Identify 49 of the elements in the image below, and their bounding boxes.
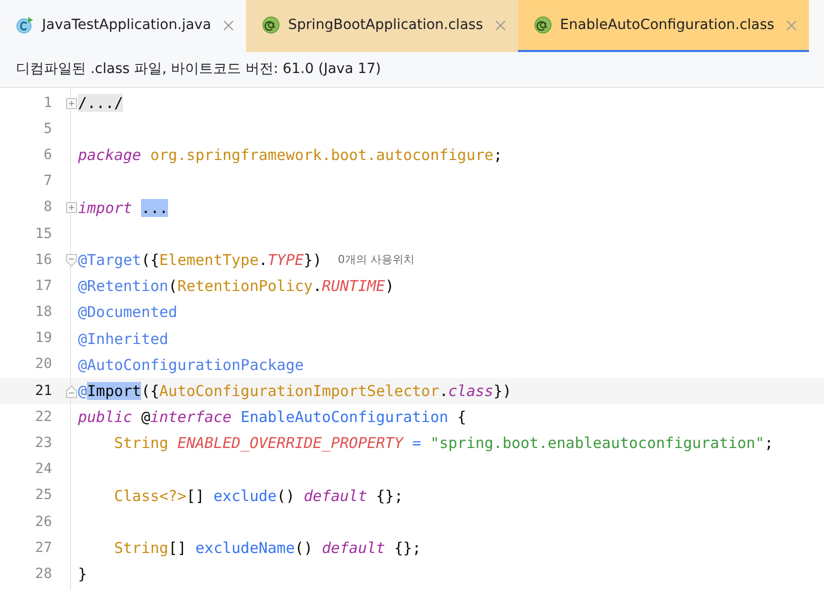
annotation-icon	[262, 16, 280, 34]
tab-label: JavaTestApplication.java	[42, 16, 212, 34]
code-line: @AutoConfigurationPackage	[78, 354, 304, 376]
line-number: 19	[34, 329, 52, 348]
editor-tab[interactable]: EnableAutoConfiguration.class	[518, 0, 810, 52]
annotation-icon	[534, 16, 552, 34]
code-line: String ENABLED_OVERRIDE_PROPERTY = "spring.boot.enableautoconfiguration";	[113, 433, 774, 454]
close-icon[interactable]	[786, 20, 798, 30]
tab-label: SpringBootApplication.class	[288, 16, 483, 34]
code-line: package org.springframework.boot.autoconfigure;	[78, 145, 502, 166]
fold-end-icon[interactable]	[66, 384, 77, 398]
code-line: @Import({AutoConfigurationImportSelector.class})	[78, 380, 512, 402]
line-number: 24	[34, 460, 52, 480]
expand-fold-icon[interactable]	[66, 98, 77, 109]
line-number: 28	[34, 564, 52, 584]
usage-hint[interactable]: 0개의 사용위치	[338, 252, 414, 268]
code-line: String[] excludeName() default {};	[113, 538, 422, 560]
line-number: 27	[34, 538, 52, 558]
code-line: import ...	[78, 198, 168, 219]
editor-tab[interactable]: SpringBootApplication.class	[246, 0, 518, 52]
close-icon[interactable]	[223, 20, 234, 30]
line-number: 7	[42, 172, 52, 192]
line-number: 15	[34, 224, 52, 244]
line-number: 6	[42, 146, 52, 165]
code-line: public @interface EnableAutoConfiguration {	[78, 407, 466, 428]
code-line: }	[78, 564, 88, 586]
close-icon[interactable]	[495, 20, 506, 30]
line-number: 5	[42, 120, 52, 139]
code-line: @Inherited	[78, 328, 168, 350]
class-file-icon	[16, 16, 34, 34]
code-line: @Target({ElementType.TYPE})	[78, 250, 322, 271]
line-number: 20	[34, 355, 52, 374]
line-number: 18	[34, 303, 52, 322]
line-number: 22	[34, 408, 52, 427]
line-number: 23	[34, 434, 52, 454]
line-number: 8	[42, 198, 52, 218]
code-line: @Retention(RetentionPolicy.RUNTIME)	[78, 276, 394, 298]
line-number: 25	[34, 486, 52, 506]
line-number: 21	[34, 382, 52, 401]
tab-label: EnableAutoConfiguration.class	[560, 16, 774, 34]
line-number: 1	[42, 94, 52, 113]
line-number: 26	[34, 512, 52, 532]
line-number: 17	[34, 276, 52, 296]
line-number: 16	[34, 250, 52, 270]
decompiled-notice: 디컴파일된 .class 파일, 바이트코드 버전: 61.0 (Java 17)	[16, 60, 382, 79]
code-line: @Documented	[78, 302, 178, 324]
code-line: Class<?>[] exclude() default {};	[113, 486, 404, 507]
expand-fold-icon[interactable]	[66, 202, 77, 214]
collapse-fold-icon[interactable]	[66, 254, 77, 267]
